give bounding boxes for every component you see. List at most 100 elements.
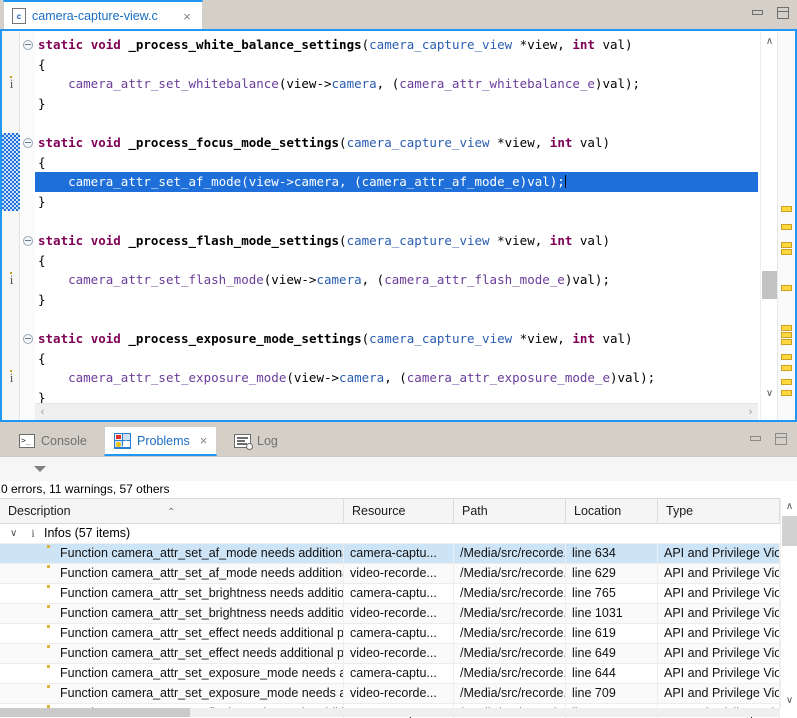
editor-gutter[interactable]: iiii bbox=[2, 31, 20, 420]
table-row[interactable]: Function camera_attr_set_brightness need… bbox=[0, 584, 797, 604]
editor-vertical-scrollbar[interactable]: ∧ ∨ bbox=[760, 31, 777, 420]
ruler-warning-marker[interactable] bbox=[781, 325, 792, 331]
code-token: camera bbox=[316, 272, 361, 287]
fold-collapse-icon[interactable] bbox=[23, 138, 33, 148]
panel-tab-problems[interactable]: Problems× bbox=[104, 426, 217, 456]
panel-tab-log[interactable]: Log bbox=[225, 426, 287, 456]
code-line[interactable]: { bbox=[35, 153, 758, 173]
panel-maximize-icon bbox=[775, 433, 787, 445]
panel-tab-console[interactable]: >_Console bbox=[10, 426, 96, 456]
editor-fold-column[interactable] bbox=[21, 31, 35, 420]
table-row[interactable]: Function camera_attr_set_af_mode needs a… bbox=[0, 544, 797, 564]
cell-description: Function camera_attr_set_exposure_mode n… bbox=[0, 684, 344, 703]
info-marker-icon[interactable]: i bbox=[6, 77, 17, 91]
maximize-button[interactable] bbox=[775, 6, 791, 20]
code-token: void bbox=[91, 37, 121, 52]
close-icon[interactable]: × bbox=[200, 433, 208, 448]
editor-window: c camera-capture-view.c × iiii static vo… bbox=[0, 0, 797, 422]
ruler-warning-marker[interactable] bbox=[781, 379, 792, 385]
code-token: } bbox=[38, 194, 46, 209]
code-line[interactable]: } bbox=[35, 192, 758, 212]
editor-tab-camera-capture-view[interactable]: c camera-capture-view.c × bbox=[3, 0, 203, 30]
fold-collapse-icon[interactable] bbox=[23, 334, 33, 344]
minimize-button[interactable] bbox=[750, 6, 766, 20]
code-line[interactable]: { bbox=[35, 55, 758, 75]
fold-collapse-icon[interactable] bbox=[23, 40, 33, 50]
column-header-location[interactable]: Location bbox=[566, 499, 658, 524]
editor-horizontal-scrollbar[interactable]: ‹ › bbox=[35, 403, 758, 420]
code-line[interactable]: { bbox=[35, 349, 758, 369]
cell-path: /Media/src/recorde... bbox=[454, 544, 566, 563]
fold-collapse-icon[interactable] bbox=[23, 236, 33, 246]
cell-resource: camera-captu... bbox=[344, 584, 454, 603]
hscroll-right-icon[interactable]: › bbox=[743, 404, 758, 421]
column-header-resource[interactable]: Resource bbox=[344, 499, 454, 524]
editor-scroll-thumb[interactable] bbox=[762, 271, 777, 299]
problems-table-header[interactable]: Description⌃ResourcePathLocationType bbox=[0, 498, 797, 524]
problems-horizontal-scrollbar[interactable] bbox=[0, 708, 780, 717]
code-line[interactable]: static void _process_focus_mode_settings… bbox=[35, 133, 758, 153]
column-header-type[interactable]: Type bbox=[658, 499, 780, 524]
ruler-warning-marker[interactable] bbox=[781, 390, 792, 396]
code-line[interactable]: } bbox=[35, 290, 758, 310]
close-icon[interactable]: × bbox=[180, 10, 194, 23]
ruler-warning-marker[interactable] bbox=[781, 285, 792, 291]
ruler-warning-marker[interactable] bbox=[781, 332, 792, 338]
panel-minimize-button[interactable] bbox=[748, 432, 764, 446]
column-header-path[interactable]: Path bbox=[454, 499, 566, 524]
code-line[interactable]: static void _process_exposure_mode_setti… bbox=[35, 329, 758, 349]
code-line[interactable] bbox=[35, 211, 758, 231]
code-token: , ( bbox=[384, 370, 407, 385]
code-line[interactable]: camera_attr_set_whitebalance(view->camer… bbox=[35, 74, 758, 94]
table-row[interactable]: Function camera_attr_set_brightness need… bbox=[0, 604, 797, 624]
problems-scroll-thumb[interactable] bbox=[782, 516, 797, 546]
code-line[interactable]: camera_attr_set_exposure_mode(view->came… bbox=[35, 368, 758, 388]
overview-ruler[interactable] bbox=[777, 31, 795, 420]
code-token: { bbox=[38, 57, 46, 72]
code-token: (view-> bbox=[286, 370, 339, 385]
ruler-warning-marker[interactable] bbox=[781, 242, 792, 248]
code-line[interactable]: camera_attr_set_af_mode(view->camera, (c… bbox=[35, 172, 758, 192]
code-line[interactable]: { bbox=[35, 251, 758, 271]
code-token: _process_flash_mode_settings bbox=[128, 233, 339, 248]
code-token: (view-> bbox=[241, 174, 294, 189]
hscroll-left-icon[interactable]: ‹ bbox=[35, 404, 50, 421]
code-line[interactable]: static void _process_flash_mode_settings… bbox=[35, 231, 758, 251]
scroll-up-icon[interactable]: ∧ bbox=[761, 33, 778, 50]
panel-maximize-button[interactable] bbox=[773, 432, 789, 446]
problems-table-body[interactable]: ∨iInfos (57 items)Function camera_attr_s… bbox=[0, 524, 797, 718]
chevron-down-icon[interactable]: ∨ bbox=[10, 524, 17, 543]
scroll-down-icon[interactable]: ∨ bbox=[761, 385, 778, 402]
code-line[interactable]: } bbox=[35, 94, 758, 114]
cell-description: Function camera_attr_set_exposure_mode n… bbox=[0, 664, 344, 683]
code-token: static bbox=[38, 37, 83, 52]
problems-group-row[interactable]: ∨iInfos (57 items) bbox=[0, 524, 797, 544]
code-line[interactable] bbox=[35, 309, 758, 329]
table-row[interactable]: Function camera_attr_set_effect needs ad… bbox=[0, 624, 797, 644]
problems-scroll-up-icon[interactable]: ∧ bbox=[781, 498, 797, 515]
ruler-warning-marker[interactable] bbox=[781, 206, 792, 212]
table-row[interactable]: Function camera_attr_set_effect needs ad… bbox=[0, 644, 797, 664]
problems-vertical-scrollbar[interactable]: ∧ ∨ bbox=[780, 498, 797, 709]
code-line[interactable]: static void _process_white_balance_setti… bbox=[35, 35, 758, 55]
ruler-warning-marker[interactable] bbox=[781, 249, 792, 255]
code-token: camera_capture_view bbox=[369, 331, 512, 346]
table-row[interactable]: Function camera_attr_set_exposure_mode n… bbox=[0, 664, 797, 684]
ruler-warning-marker[interactable] bbox=[781, 224, 792, 230]
ruler-warning-marker[interactable] bbox=[781, 365, 792, 371]
info-marker-icon[interactable]: i bbox=[6, 371, 17, 385]
ruler-warning-marker[interactable] bbox=[781, 339, 792, 345]
column-header-description[interactable]: Description⌃ bbox=[0, 499, 344, 524]
table-row[interactable]: Function camera_attr_set_af_mode needs a… bbox=[0, 564, 797, 584]
view-menu-icon[interactable] bbox=[34, 466, 46, 472]
problems-hscroll-thumb[interactable] bbox=[0, 708, 190, 717]
code-token: { bbox=[38, 253, 46, 268]
code-line[interactable]: camera_attr_set_flash_mode(view->camera,… bbox=[35, 270, 758, 290]
code-token: camera_attr_set_af_mode bbox=[68, 174, 241, 189]
problems-scroll-down-icon[interactable]: ∨ bbox=[781, 692, 797, 709]
code-text-area[interactable]: static void _process_white_balance_setti… bbox=[35, 31, 758, 420]
table-row[interactable]: Function camera_attr_set_exposure_mode n… bbox=[0, 684, 797, 704]
ruler-warning-marker[interactable] bbox=[781, 354, 792, 360]
code-line[interactable] bbox=[35, 113, 758, 133]
info-marker-icon[interactable]: i bbox=[6, 273, 17, 287]
